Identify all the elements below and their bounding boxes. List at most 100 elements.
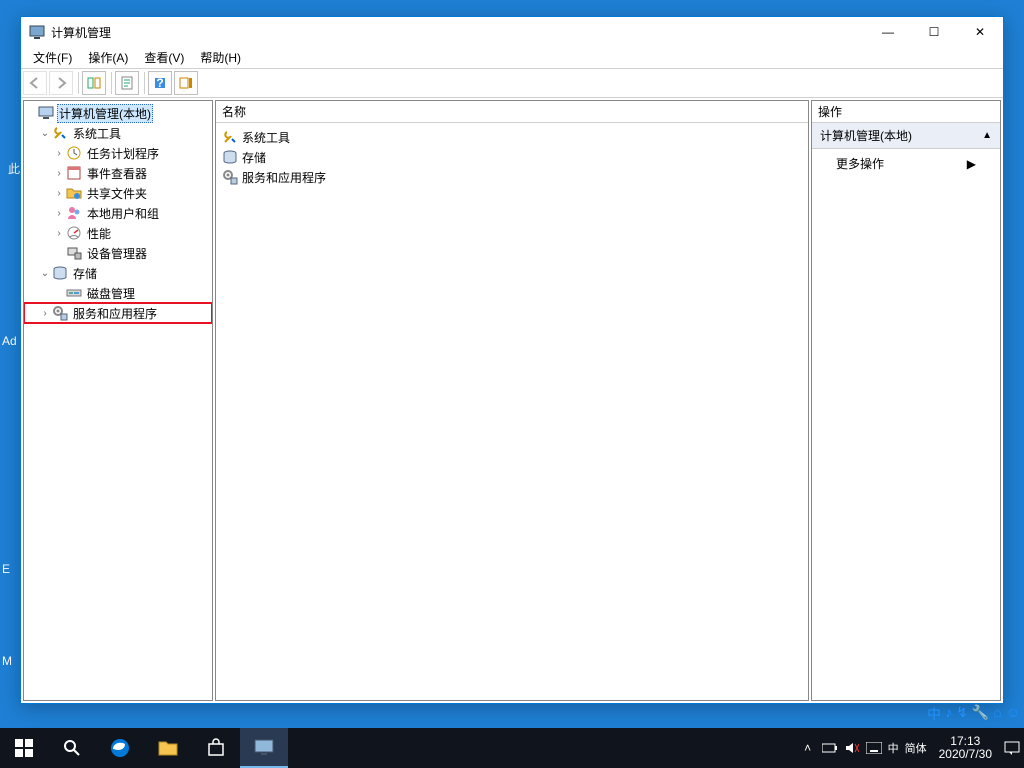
chevron-right-icon[interactable]: ›: [52, 168, 66, 179]
desktop-label: E: [2, 562, 10, 576]
toolbar-separator: [78, 72, 79, 94]
compmgmt-taskbar-button[interactable]: [240, 728, 288, 768]
properties-button[interactable]: [115, 71, 139, 95]
chevron-down-icon[interactable]: ⌄: [38, 268, 52, 279]
chevron-down-icon[interactable]: ⌄: [38, 128, 52, 139]
tree-label: 本地用户和组: [85, 204, 161, 223]
shared-folder-icon: [66, 185, 82, 201]
chevron-right-icon[interactable]: ›: [52, 208, 66, 219]
actions-header: 操作: [812, 101, 1000, 123]
panes: 计算机管理(本地) ⌄ 系统工具 › 任务计划程序 › 事件查看器 › 共享文件…: [21, 97, 1003, 703]
minimize-button[interactable]: —: [865, 17, 911, 47]
tray-chevron-icon[interactable]: ˄: [800, 740, 816, 756]
floating-toolbar: 中 ♪ ↯ 🔧 ⌂ ☺: [923, 702, 1024, 726]
disk-icon: [66, 285, 82, 301]
app-icon: [29, 24, 45, 40]
tree-system-tools[interactable]: ⌄ 系统工具: [24, 123, 212, 143]
list-item-label: 服务和应用程序: [242, 169, 326, 186]
tool-icon[interactable]: ⌂: [993, 704, 1001, 724]
tools-icon: [222, 129, 238, 145]
device-manager-icon: [66, 245, 82, 261]
services-icon: [52, 305, 68, 321]
tool-icon[interactable]: ↯: [956, 704, 968, 724]
tree-label: 设备管理器: [85, 244, 149, 263]
menu-help[interactable]: 帮助(H): [192, 47, 249, 68]
tree-label: 存储: [71, 264, 99, 283]
tree-label: 计算机管理(本地): [57, 104, 153, 123]
back-button: [23, 71, 47, 95]
tool-icon[interactable]: ♪: [945, 704, 952, 724]
tree-shared-folders[interactable]: › 共享文件夹: [24, 183, 212, 203]
window-title: 计算机管理: [51, 24, 865, 41]
computer-management-window: 计算机管理 — ☐ ✕ 文件(F) 操作(A) 查看(V) 帮助(H) ? 计算…: [20, 16, 1004, 704]
menu-file[interactable]: 文件(F): [25, 47, 80, 68]
titlebar[interactable]: 计算机管理 — ☐ ✕: [21, 17, 1003, 47]
content-header[interactable]: 名称: [216, 101, 808, 123]
chevron-right-icon[interactable]: ›: [52, 148, 66, 159]
tree-task-scheduler[interactable]: › 任务计划程序: [24, 143, 212, 163]
maximize-button[interactable]: ☐: [911, 17, 957, 47]
menu-view[interactable]: 查看(V): [136, 47, 192, 68]
chevron-right-icon[interactable]: ›: [52, 228, 66, 239]
tree-event-viewer[interactable]: › 事件查看器: [24, 163, 212, 183]
ime-icon[interactable]: 中: [927, 704, 941, 724]
taskbar[interactable]: ˄ 中 简体 17:13 2020/7/30: [0, 728, 1024, 768]
explorer-button[interactable]: [144, 728, 192, 768]
close-button[interactable]: ✕: [957, 17, 1003, 47]
tree-performance[interactable]: › 性能: [24, 223, 212, 243]
menubar: 文件(F) 操作(A) 查看(V) 帮助(H): [21, 47, 1003, 69]
storage-icon: [222, 149, 238, 165]
computer-icon: [38, 105, 54, 121]
battery-icon[interactable]: [822, 740, 838, 756]
toolbar-separator: [144, 72, 145, 94]
tree-storage[interactable]: ⌄ 存储: [24, 263, 212, 283]
desktop-label: 此: [8, 160, 20, 177]
chevron-right-icon[interactable]: ›: [52, 188, 66, 199]
tree-disk-management[interactable]: 磁盘管理: [24, 283, 212, 303]
actions-pane: 操作 计算机管理(本地) ▲ 更多操作 ▶: [811, 100, 1001, 701]
show-action-pane-button[interactable]: [174, 71, 198, 95]
clock[interactable]: 17:13 2020/7/30: [933, 735, 998, 761]
ime-indicator[interactable]: 中: [888, 740, 899, 756]
start-button[interactable]: [0, 728, 48, 768]
list-item-label: 存储: [242, 149, 266, 166]
tree-root[interactable]: 计算机管理(本地): [24, 103, 212, 123]
navigation-tree[interactable]: 计算机管理(本地) ⌄ 系统工具 › 任务计划程序 › 事件查看器 › 共享文件…: [23, 100, 213, 701]
list-item[interactable]: 存储: [218, 147, 806, 167]
tree-device-manager[interactable]: 设备管理器: [24, 243, 212, 263]
action-center-icon[interactable]: [1004, 740, 1020, 756]
search-button[interactable]: [48, 728, 96, 768]
desktop-label: M: [2, 654, 12, 668]
smile-icon[interactable]: ☺: [1006, 704, 1020, 724]
event-viewer-icon: [66, 165, 82, 181]
tree-label: 磁盘管理: [85, 284, 137, 303]
content-pane: 名称 系统工具 存储 服务和应用程序: [215, 100, 809, 701]
forward-button: [49, 71, 73, 95]
toolbar: ?: [21, 69, 1003, 97]
tree-label: 服务和应用程序: [71, 304, 159, 323]
list-item[interactable]: 服务和应用程序: [218, 167, 806, 187]
chevron-right-icon[interactable]: ›: [38, 308, 52, 319]
collapse-icon[interactable]: ▲: [982, 130, 992, 141]
performance-icon: [66, 225, 82, 241]
list-item-label: 系统工具: [242, 129, 290, 146]
toolbar-separator: [111, 72, 112, 94]
services-icon: [222, 169, 238, 185]
edge-button[interactable]: [96, 728, 144, 768]
tree-services-apps[interactable]: › 服务和应用程序: [24, 303, 212, 323]
help-button[interactable]: ?: [148, 71, 172, 95]
volume-icon[interactable]: [844, 740, 860, 756]
actions-section[interactable]: 计算机管理(本地) ▲: [812, 123, 1000, 149]
tree-label: 任务计划程序: [85, 144, 161, 163]
desktop-label: Ad: [2, 334, 17, 348]
store-button[interactable]: [192, 728, 240, 768]
tree-label: 系统工具: [71, 124, 123, 143]
more-actions-link[interactable]: 更多操作 ▶: [812, 149, 1000, 178]
keyboard-icon[interactable]: [866, 740, 882, 756]
ime-mode[interactable]: 简体: [905, 740, 927, 756]
show-hide-tree-button[interactable]: [82, 71, 106, 95]
menu-action[interactable]: 操作(A): [80, 47, 136, 68]
tree-local-users[interactable]: › 本地用户和组: [24, 203, 212, 223]
wrench-icon[interactable]: 🔧: [972, 704, 989, 724]
list-item[interactable]: 系统工具: [218, 127, 806, 147]
